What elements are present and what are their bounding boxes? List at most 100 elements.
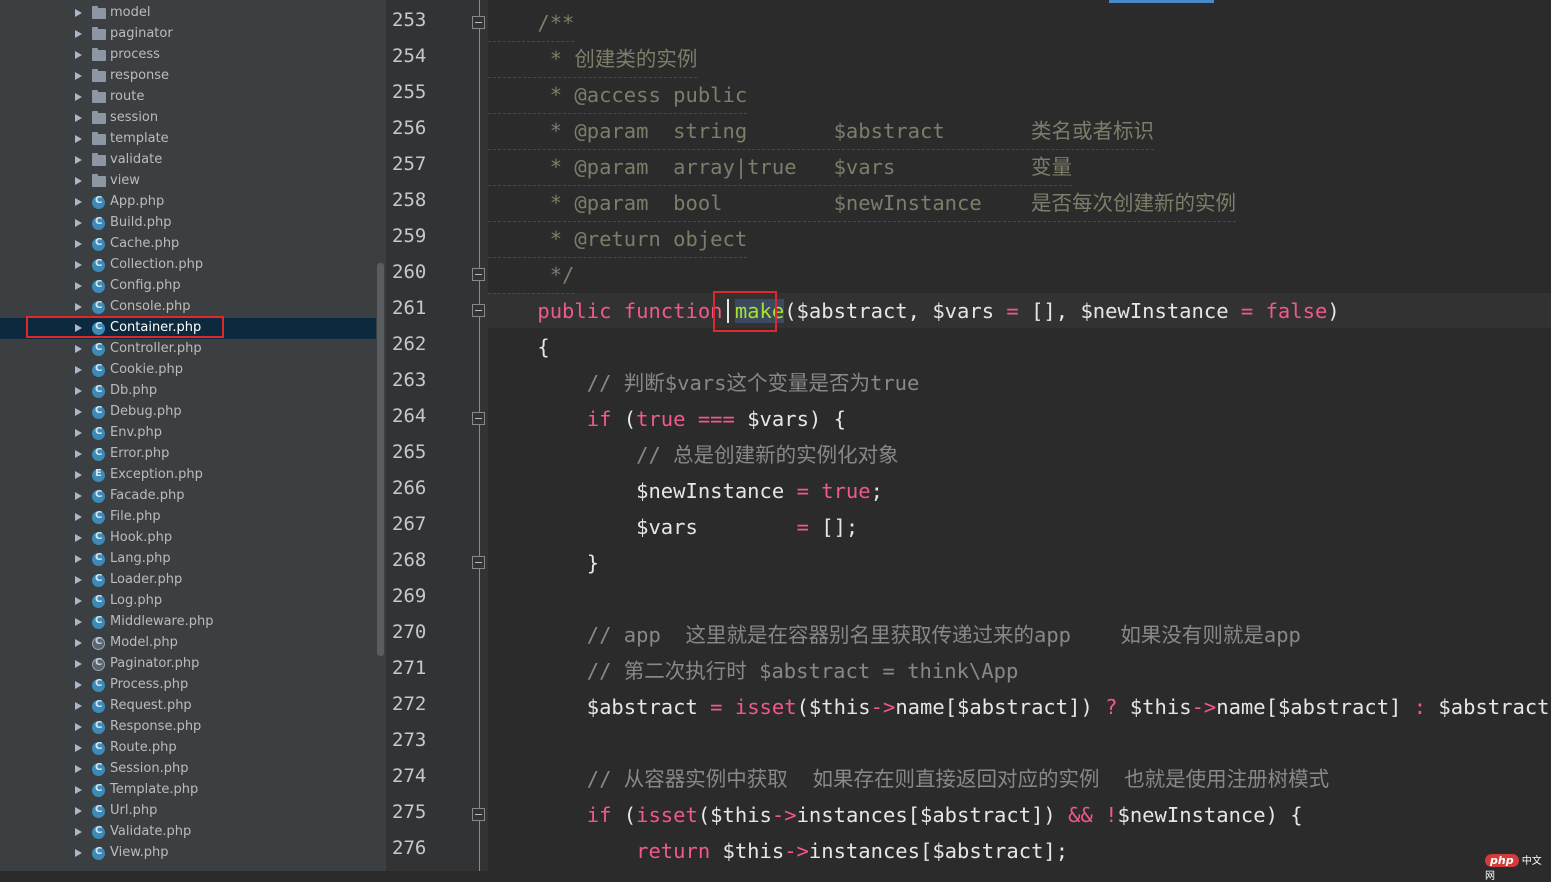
expand-arrow-icon[interactable] xyxy=(75,513,82,521)
expand-arrow-icon[interactable] xyxy=(75,135,82,143)
expand-arrow-icon[interactable] xyxy=(75,51,82,59)
fold-toggle-icon[interactable] xyxy=(472,268,485,281)
expand-arrow-icon[interactable] xyxy=(75,198,82,206)
code-line[interactable]: if (true === $vars) { xyxy=(488,401,846,437)
code-line[interactable]: * 创建类的实例 xyxy=(488,41,698,78)
tree-item-loader-php[interactable]: Loader.php xyxy=(0,570,376,591)
tree-item-env-php[interactable]: Env.php xyxy=(0,423,376,444)
expand-arrow-icon[interactable] xyxy=(75,408,82,416)
tree-item-log-php[interactable]: Log.php xyxy=(0,591,376,612)
expand-arrow-icon[interactable] xyxy=(75,555,82,563)
tree-item-view-php[interactable]: View.php xyxy=(0,843,376,864)
expand-arrow-icon[interactable] xyxy=(75,261,82,269)
expand-arrow-icon[interactable] xyxy=(75,303,82,311)
code-line[interactable]: } xyxy=(488,545,599,581)
expand-arrow-icon[interactable] xyxy=(75,93,82,101)
expand-arrow-icon[interactable] xyxy=(75,114,82,122)
code-line[interactable]: * @param bool $newInstance 是否每次创建新的实例 xyxy=(488,185,1237,222)
code-line[interactable]: // 判断$vars这个变量是否为true xyxy=(488,365,920,401)
tree-item-process[interactable]: process xyxy=(0,45,376,66)
code-editor[interactable]: /** * 创建类的实例 * @access public * @param s… xyxy=(488,0,1551,871)
expand-arrow-icon[interactable] xyxy=(75,639,82,647)
tree-item-app-php[interactable]: App.php xyxy=(0,192,376,213)
expand-arrow-icon[interactable] xyxy=(75,429,82,437)
expand-arrow-icon[interactable] xyxy=(75,744,82,752)
tree-item-process-php[interactable]: Process.php xyxy=(0,675,376,696)
tree-item-hook-php[interactable]: Hook.php xyxy=(0,528,376,549)
code-line[interactable]: * @return object xyxy=(488,221,748,258)
code-line[interactable]: /** xyxy=(488,5,575,42)
sidebar-scrollbar[interactable] xyxy=(377,263,384,656)
code-line[interactable]: // app 这里就是在容器别名里获取传递过来的app 如果没有则就是app xyxy=(488,617,1301,653)
tree-item-model[interactable]: model xyxy=(0,3,376,24)
expand-arrow-icon[interactable] xyxy=(75,702,82,710)
tree-item-controller-php[interactable]: Controller.php xyxy=(0,339,376,360)
tree-item-validate-php[interactable]: Validate.php xyxy=(0,822,376,843)
code-line[interactable]: $abstract = isset($this->name[$abstract]… xyxy=(488,689,1551,725)
tree-item-validate[interactable]: validate xyxy=(0,150,376,171)
fold-toggle-icon[interactable] xyxy=(472,808,485,821)
code-line[interactable]: * @param array|true $vars 变量 xyxy=(488,149,1073,186)
expand-arrow-icon[interactable] xyxy=(75,345,82,353)
expand-arrow-icon[interactable] xyxy=(75,177,82,185)
code-line[interactable]: // 第二次执行时 $abstract = think\App xyxy=(488,653,1019,689)
tree-item-lang-php[interactable]: Lang.php xyxy=(0,549,376,570)
expand-arrow-icon[interactable] xyxy=(75,576,82,584)
tree-item-file-php[interactable]: File.php xyxy=(0,507,376,528)
code-line[interactable]: // 从容器实例中获取 如果存在则直接返回对应的实例 也就是使用注册树模式 xyxy=(488,761,1329,797)
tree-item-middleware-php[interactable]: Middleware.php xyxy=(0,612,376,633)
tree-item-paginator[interactable]: paginator xyxy=(0,24,376,45)
code-line[interactable]: { xyxy=(488,329,549,365)
expand-arrow-icon[interactable] xyxy=(75,723,82,731)
code-line[interactable]: if (isset($this->instances[$abstract]) &… xyxy=(488,797,1303,833)
tree-item-cache-php[interactable]: Cache.php xyxy=(0,234,376,255)
tree-item-route-php[interactable]: Route.php xyxy=(0,738,376,759)
tree-item-debug-php[interactable]: Debug.php xyxy=(0,402,376,423)
expand-arrow-icon[interactable] xyxy=(75,660,82,668)
expand-arrow-icon[interactable] xyxy=(75,72,82,80)
code-line[interactable]: // 总是创建新的实例化对象 xyxy=(488,437,899,473)
expand-arrow-icon[interactable] xyxy=(75,366,82,374)
tree-item-response-php[interactable]: Response.php xyxy=(0,717,376,738)
tree-item-paginator-php[interactable]: Paginator.php xyxy=(0,654,376,675)
tree-item-route[interactable]: route xyxy=(0,87,376,108)
fold-toggle-icon[interactable] xyxy=(472,412,485,425)
code-line[interactable]: return $this->instances[$abstract]; xyxy=(488,833,1068,869)
expand-arrow-icon[interactable] xyxy=(75,450,82,458)
expand-arrow-icon[interactable] xyxy=(75,534,82,542)
expand-arrow-icon[interactable] xyxy=(75,492,82,500)
tree-item-build-php[interactable]: Build.php xyxy=(0,213,376,234)
tree-item-template[interactable]: template xyxy=(0,129,376,150)
expand-arrow-icon[interactable] xyxy=(75,597,82,605)
expand-arrow-icon[interactable] xyxy=(75,765,82,773)
tree-item-exception-php[interactable]: Exception.php xyxy=(0,465,376,486)
tree-item-response[interactable]: response xyxy=(0,66,376,87)
expand-arrow-icon[interactable] xyxy=(75,618,82,626)
code-line[interactable]: public function make($abstract, $vars = … xyxy=(488,293,1340,329)
expand-arrow-icon[interactable] xyxy=(75,240,82,248)
tree-item-model-php[interactable]: Model.php xyxy=(0,633,376,654)
tree-item-config-php[interactable]: Config.php xyxy=(0,276,376,297)
tree-item-session-php[interactable]: Session.php xyxy=(0,759,376,780)
expand-arrow-icon[interactable] xyxy=(75,156,82,164)
tree-item-view[interactable]: view xyxy=(0,171,376,192)
fold-toggle-icon[interactable] xyxy=(472,16,485,29)
tree-item-template-php[interactable]: Template.php xyxy=(0,780,376,801)
code-line[interactable]: * @access public xyxy=(488,77,748,114)
tree-item-db-php[interactable]: Db.php xyxy=(0,381,376,402)
expand-arrow-icon[interactable] xyxy=(75,471,82,479)
fold-toggle-icon[interactable] xyxy=(472,304,485,317)
tree-item-cookie-php[interactable]: Cookie.php xyxy=(0,360,376,381)
tree-item-url-php[interactable]: Url.php xyxy=(0,801,376,822)
expand-arrow-icon[interactable] xyxy=(75,30,82,38)
code-line[interactable]: */ xyxy=(488,257,575,294)
tree-item-facade-php[interactable]: Facade.php xyxy=(0,486,376,507)
expand-arrow-icon[interactable] xyxy=(75,681,82,689)
expand-arrow-icon[interactable] xyxy=(75,282,82,290)
expand-arrow-icon[interactable] xyxy=(75,849,82,857)
tree-item-collection-php[interactable]: Collection.php xyxy=(0,255,376,276)
expand-arrow-icon[interactable] xyxy=(75,828,82,836)
tree-item-request-php[interactable]: Request.php xyxy=(0,696,376,717)
fold-toggle-icon[interactable] xyxy=(472,556,485,569)
expand-arrow-icon[interactable] xyxy=(75,387,82,395)
